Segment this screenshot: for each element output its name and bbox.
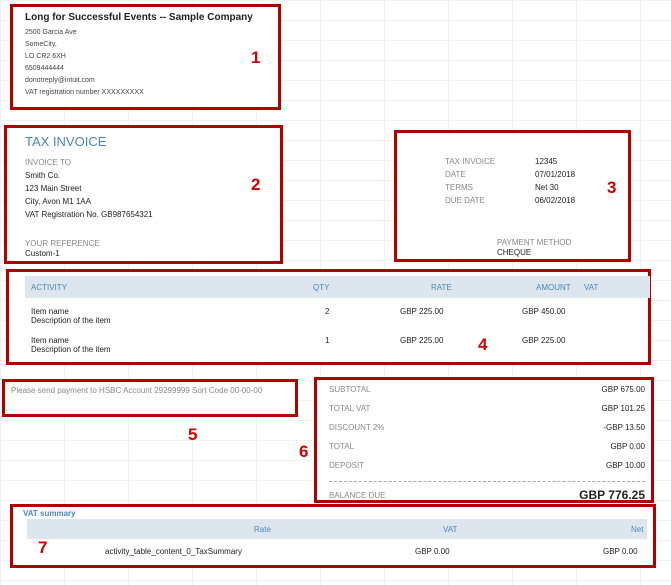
qty-column-header: QTY [313,283,330,292]
item-amount: GBP 450.00 [522,307,566,316]
total-label: SUBTOTAL [329,385,371,394]
section-number-2: 2 [251,175,261,194]
customer-name: Smith Co. [25,171,61,180]
section-number-4: 4 [478,335,488,354]
section-number-5: 5 [188,425,198,444]
meta-label: DUE DATE [445,196,485,205]
subtotal-row: SUBTOTAL GBP 675.00 [329,385,645,397]
section-number-7: 7 [38,538,48,557]
payment-method-value: CHEQUE [497,248,532,257]
email-line: donotreply@intuit.com [25,77,95,84]
customer-city: City, Avon M1 1AA [25,197,91,206]
total-value: GBP 0.00 [610,442,645,451]
payment-note-section: Please send payment to HSBC Account 2929… [2,379,298,417]
customer-street: 123 Main Street [25,184,82,193]
vat-amount-cell: GBP 0.00 [415,547,450,556]
vat-registration-line: VAT registration number XXXXXXXXX [25,89,144,96]
balance-due-row: BALANCE DUE GBP 776.25 [329,488,645,503]
vat-column-header: VAT [584,283,599,292]
payment-note-text: Please send payment to HSBC Account 2929… [11,386,263,395]
total-label: TOTAL VAT [329,404,371,413]
address-line: LO CR2 6XH [25,53,66,60]
total-vat-row: TOTAL VAT GBP 101.25 [329,404,645,416]
payment-method-label: PAYMENT METHOD [497,238,572,247]
invoice-meta-section: TAX INVOICE 12345 DATE 07/01/2018 TERMS … [394,130,631,262]
total-value: GBP 10.00 [606,461,645,470]
activity-table-section: ACTIVITY QTY RATE AMOUNT VAT Item name D… [6,269,651,365]
invoice-to-label: INVOICE TO [25,158,71,167]
item-description: Description of the item [31,316,111,325]
rate-column-header: RATE [431,283,452,292]
phone-line: 6509444444 [25,65,64,72]
invoice-to-section: TAX INVOICE INVOICE TO Smith Co. 123 Mai… [4,125,283,264]
section-number-3: 3 [607,178,617,197]
vat-summary-title: VAT summary [23,509,76,518]
total-value: -GBP 13.50 [603,423,645,432]
net-amount-cell: GBP 0.00 [603,547,638,556]
item-rate: GBP 225.00 [400,336,444,345]
item-qty: 2 [325,307,330,316]
activity-column-header: ACTIVITY [31,283,68,292]
meta-value: Net 30 [535,183,559,192]
total-value: GBP 101.25 [601,404,645,413]
your-reference-value: Custom-1 [25,249,60,258]
company-address: 2500 Garcia Ave SomeCity, LO CR2 6XH 650… [25,27,144,99]
item-name: Item name [31,307,69,316]
meta-value: 07/01/2018 [535,170,576,179]
meta-value: 12345 [535,157,558,166]
total-value: GBP 675.00 [601,385,645,394]
amount-column-header: AMOUNT [536,283,571,292]
total-label: DISCOUNT 2% [329,423,385,432]
meta-label: TAX INVOICE [445,157,496,166]
vat-rate-cell: activity_table_content_0_TaxSummary [105,547,242,556]
meta-value: 06/02/2018 [535,196,576,205]
totals-section: SUBTOTAL GBP 675.00 TOTAL VAT GBP 101.25… [314,377,654,503]
net-column-header: Net [631,525,644,534]
company-name: Long for Successful Events -- Sample Com… [25,12,253,23]
customer-vat: VAT Registration No. GB987654321 [25,210,153,219]
item-name: Item name [31,336,69,345]
invoice-heading: TAX INVOICE [25,134,107,149]
balance-due-value: GBP 776.25 [579,488,645,502]
totals-divider [329,481,645,482]
total-label: TOTAL [329,442,355,451]
item-rate: GBP 225.00 [400,307,444,316]
address-line: 2500 Garcia Ave [25,29,77,36]
your-reference-label: YOUR REFERENCE [25,239,100,248]
company-info-section: Long for Successful Events -- Sample Com… [10,4,281,110]
section-number-6: 6 [299,442,309,461]
item-qty: 1 [325,336,330,345]
table-row: Item name Description of the item 1 GBP … [25,336,650,360]
section-number-1: 1 [251,48,261,67]
vat-summary-section: VAT summary Rate VAT Net activity_table_… [10,504,656,568]
discount-row: DISCOUNT 2% -GBP 13.50 [329,423,645,435]
rate-column-header: Rate [254,525,271,534]
vat-summary-header: Rate VAT Net [27,519,647,539]
deposit-row: DEPOSIT GBP 10.00 [329,461,645,473]
meta-label: DATE [445,170,466,179]
vat-column-header: VAT [443,525,458,534]
meta-label: TERMS [445,183,473,192]
item-amount: GBP 225.00 [522,336,566,345]
total-row: TOTAL GBP 0.00 [329,442,645,454]
balance-due-label: BALANCE DUE [329,491,386,500]
table-row: Item name Description of the item 2 GBP … [25,307,650,331]
total-label: DEPOSIT [329,461,365,470]
activity-table-header: ACTIVITY QTY RATE AMOUNT VAT [25,276,650,298]
item-description: Description of the item [31,345,111,354]
address-line: SomeCity, [25,41,57,48]
